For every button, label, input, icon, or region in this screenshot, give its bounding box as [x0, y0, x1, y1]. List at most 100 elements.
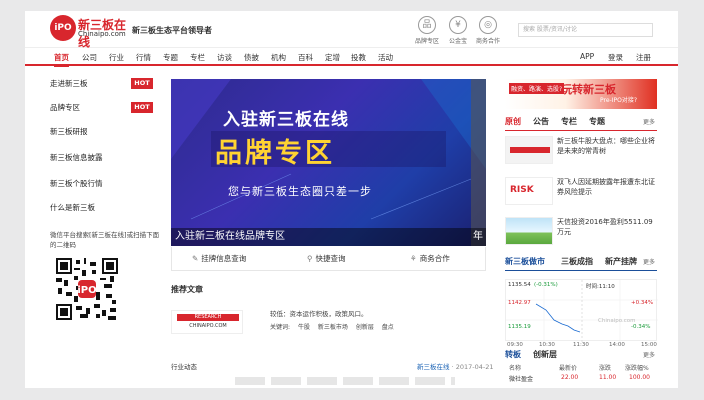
recommended-article[interactable]: RESEARCH CHINAIPO.COM 较低：资本运作积极，政策风口。 关键… [171, 306, 486, 346]
tab-column[interactable]: 专栏 [561, 116, 577, 127]
industry-source[interactable]: 新三板在线 [417, 363, 450, 371]
promo-ad-banner[interactable]: 融资、路演、选股? 玩转新三板 Pre-IPO对接? [505, 79, 657, 109]
header-business-link[interactable]: ◎ 商务合作 [471, 16, 505, 45]
nav-placement[interactable]: 定增 [325, 52, 340, 63]
industry-headline-cutoff [235, 377, 455, 385]
banner-main-title: 品牌专区 [215, 138, 335, 169]
nav-topic[interactable]: 专题 [163, 52, 178, 63]
sidebar-item-label: 新三板个股行情 [50, 179, 103, 188]
sidebar-item-what-is[interactable]: 什么是新三板 [50, 197, 157, 219]
handshake-icon: ⚘ [410, 254, 417, 263]
header-public-fund-label: 公金宝 [448, 38, 467, 45]
nav-education[interactable]: 投教 [351, 52, 366, 63]
nav-company[interactable]: 公司 [82, 52, 97, 63]
sidebar-item-label: 新三板研报 [50, 127, 88, 136]
table-row[interactable]: 微社盈金 22.00 11.00 100.00 [505, 374, 657, 384]
news-item[interactable]: 新三板牛股大盘点：哪些企业将是未来的常青树 [505, 136, 660, 166]
tab-market-making[interactable]: 新三板做市 [505, 256, 545, 267]
time-tick: 15:00 [641, 342, 657, 348]
nav-app[interactable]: APP [580, 52, 594, 61]
main-nav: 首页 公司 行业 行情 专题 专栏 访谈 债披 机构 百科 定增 投教 活动 A… [25, 49, 678, 67]
nav-institution[interactable]: 机构 [271, 52, 286, 63]
recommended-title: 推荐文章 [171, 285, 203, 294]
col-name: 名称 [509, 365, 522, 372]
logo-domain: Chinaipo.com [78, 30, 126, 38]
business-cooperation-button[interactable]: ⚘ 商务合作 [410, 253, 450, 264]
nav-industry[interactable]: 行业 [109, 52, 124, 63]
thumbnail-domain: CHINAIPO.COM [189, 323, 227, 329]
index-points: 1135.54 [508, 282, 531, 288]
news-item[interactable]: RISK 双飞人因延期披露年报遭东北证券风险提示 [505, 177, 660, 207]
header-public-fund-link[interactable]: ¥ 公金宝 [441, 16, 475, 45]
time-tick: 11:30 [573, 342, 589, 348]
nav-login[interactable]: 登录 [608, 52, 623, 63]
tab-innovation-tier[interactable]: 创新层 [533, 349, 557, 360]
hot-badge: HOT [131, 102, 153, 113]
keyword-link[interactable]: 牛股 [298, 324, 310, 331]
banner-caption-next: 年 [473, 231, 483, 242]
nav-bond[interactable]: 债披 [244, 52, 259, 63]
cell-change: 11.00 [599, 374, 617, 381]
nav-home[interactable]: 首页 [54, 52, 69, 67]
more-link[interactable]: 更多 [643, 117, 655, 126]
nav-market[interactable]: 行情 [136, 52, 151, 63]
more-link[interactable]: 更多 [643, 350, 655, 359]
search-icon: ⚲ [307, 254, 313, 263]
banner-caption-text: 入驻新三板在线品牌专区 [175, 231, 285, 242]
sidebar-item-research[interactable]: 新三板研报 [50, 121, 157, 143]
sidebar-item-intro[interactable]: 走进新三板 HOT [50, 73, 157, 95]
search-input[interactable]: 搜索 股票/资讯/讨论 [518, 23, 653, 37]
quick-query-button[interactable]: ⚲ 快捷查询 [307, 253, 346, 264]
keyword-link[interactable]: 创新层 [356, 324, 374, 331]
site-header: iPO 新三板在线 Chinaipo.com 新三板生态平台领导者 品 品牌专区… [25, 11, 678, 49]
header-brand-link[interactable]: 品 品牌专区 [410, 16, 444, 45]
header-brand-label: 品牌专区 [414, 38, 439, 45]
business-icon: ◎ [479, 16, 497, 34]
tab-transfer-board[interactable]: 转板 [505, 349, 521, 360]
tab-announcement[interactable]: 公告 [533, 116, 549, 127]
index-pct-high: +0.34% [631, 300, 654, 306]
site-slogan: 新三板生态平台领导者 [132, 26, 212, 35]
keyword-link[interactable]: 新三板市场 [318, 324, 348, 331]
keyword-link[interactable]: 盘点 [382, 324, 394, 331]
nav-register[interactable]: 注册 [636, 52, 651, 63]
nav-events[interactable]: 活动 [378, 52, 393, 63]
news-title: 天信投资2016年盈利5511.09万元 [557, 218, 653, 236]
tab-new-listing[interactable]: 新产挂牌 [605, 256, 637, 267]
nav-wiki[interactable]: 百科 [298, 52, 313, 63]
wechat-note: 微信平台搜索[新三板在线]或扫描下面的二维码 [50, 231, 160, 249]
tab-topic[interactable]: 专题 [589, 116, 605, 127]
index-low: 1135.19 [508, 324, 531, 330]
sidebar-item-quotes[interactable]: 新三板个股行情 [50, 173, 157, 195]
sidebar-item-disclosure[interactable]: 新三板信息披露 [50, 147, 157, 169]
ad-subtitle: Pre-IPO对接? [600, 97, 637, 104]
nav-column[interactable]: 专栏 [190, 52, 205, 63]
banner-caption: 入驻新三板在线品牌专区 年 [171, 228, 486, 246]
tab-original[interactable]: 原创 [505, 116, 521, 127]
risk-label: RISK [510, 185, 534, 195]
brand-icon: 品 [418, 16, 436, 34]
ad-tagline: 融资、路演、选股? [509, 83, 565, 94]
business-cooperation-label: 商务合作 [419, 254, 450, 263]
news-item[interactable]: 天信投资2016年盈利5511.09万元 [505, 217, 660, 247]
hero-banner[interactable]: 入驻新三板在线 品牌专区 您与新三板生态圈只差一步 入驻新三板在线品牌专区 年 [171, 79, 486, 246]
sidebar-item-brand[interactable]: 品牌专区 HOT [50, 97, 157, 119]
industry-meta: 新三板在线 · 2017-04-21 [417, 363, 494, 371]
edit-icon: ✎ [192, 254, 199, 263]
logo-badge: iPO [50, 15, 76, 41]
tab-three-board-index[interactable]: 三板成指 [561, 256, 593, 267]
site-logo[interactable]: iPO 新三板在线 Chinaipo.com [50, 15, 126, 49]
article-summary: 较低：资本运作积极，政策风口。 [270, 310, 368, 318]
listing-query-button[interactable]: ✎ 挂牌信息查询 [192, 253, 246, 264]
article-thumbnail: RESEARCH CHINAIPO.COM [171, 310, 243, 334]
more-link[interactable]: 更多 [643, 257, 655, 266]
index-change: (-0.31%) [534, 282, 558, 288]
sidebar-item-label: 走进新三板 [50, 79, 88, 88]
market-tabs-underline [505, 270, 657, 271]
news-thumbnail: RISK [505, 177, 553, 205]
news-thumbnail [505, 136, 553, 164]
content-tabs: 原创 公告 专栏 专题 更多 [505, 116, 660, 128]
public-fund-icon: ¥ [449, 16, 467, 34]
news-title: 双飞人因延期披露年报遭东北证券风险提示 [557, 178, 655, 196]
nav-interview[interactable]: 访谈 [217, 52, 232, 63]
